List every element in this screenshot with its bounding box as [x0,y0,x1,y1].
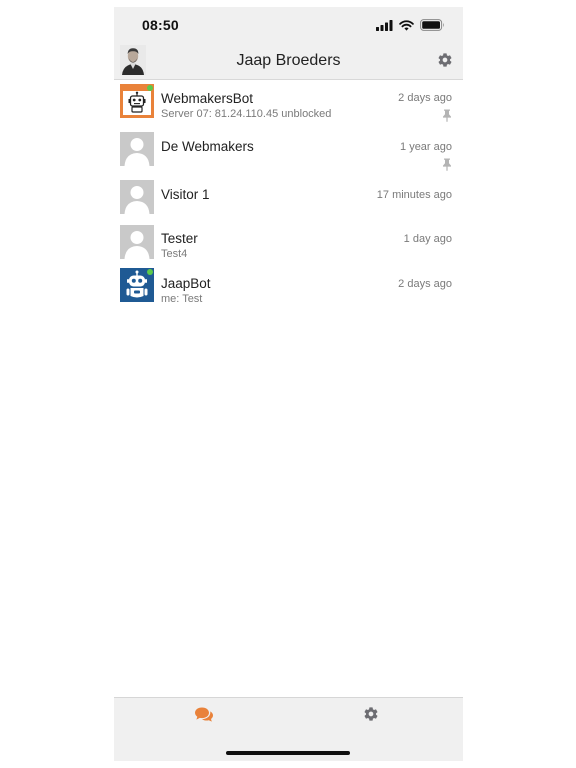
chat-item-webmakersbot[interactable]: WebmakersBot Server 07: 81.24.110.45 unb… [114,80,463,126]
settings-button[interactable] [437,52,453,68]
chat-item-visitor-1[interactable]: Visitor 1 17 minutes ago [114,178,463,220]
chat-name: De Webmakers [161,139,254,154]
battery-icon [420,19,444,31]
chat-time: 1 year ago [400,141,452,153]
pin-icon [443,158,451,171]
avatar [120,225,154,259]
chat-name: Tester [161,231,198,246]
chat-item-jaapbot[interactable]: JaapBot me: Test 2 days ago [114,268,463,310]
tab-settings[interactable] [363,706,383,726]
cellular-signal-icon [376,19,393,31]
person-placeholder-icon [120,180,154,214]
online-indicator [147,85,153,91]
status-bar: 08:50 [114,7,463,45]
chat-preview: Test4 [161,248,188,260]
page-title: Jaap Broeders [236,52,341,69]
chat-name: Visitor 1 [161,187,210,202]
chat-bubbles-icon [195,707,213,722]
gear-icon [438,53,452,67]
avatar [120,132,154,166]
avatar [120,180,154,214]
tab-bar [114,697,463,761]
avatar [120,268,154,302]
person-placeholder-icon [120,132,154,166]
chat-item-de-webmakers[interactable]: De Webmakers 1 year ago [114,130,463,176]
header: Jaap Broeders [114,45,463,80]
chat-name: JaapBot [161,276,211,291]
chat-time: 2 days ago [398,278,452,290]
pin-icon [443,109,451,122]
status-icons [376,19,445,31]
chat-preview: me: Test [161,293,203,305]
online-indicator [147,269,153,275]
tab-chats[interactable] [194,706,214,726]
chat-item-tester[interactable]: Tester Test4 1 day ago [114,223,463,265]
gear-icon [364,707,378,721]
chat-time: 17 minutes ago [376,189,452,201]
wifi-icon [399,19,414,31]
home-indicator[interactable] [226,751,350,755]
status-time: 08:50 [142,17,179,33]
chat-time: 2 days ago [398,92,452,104]
chat-preview: Server 07: 81.24.110.45 unblocked [161,108,332,120]
chat-time: 1 day ago [403,233,452,245]
avatar [120,84,154,118]
chat-name: WebmakersBot [161,91,254,106]
app-screen: 08:50 Jaap Broeders WebmakersBot Server … [114,7,463,761]
person-placeholder-icon [120,225,154,259]
